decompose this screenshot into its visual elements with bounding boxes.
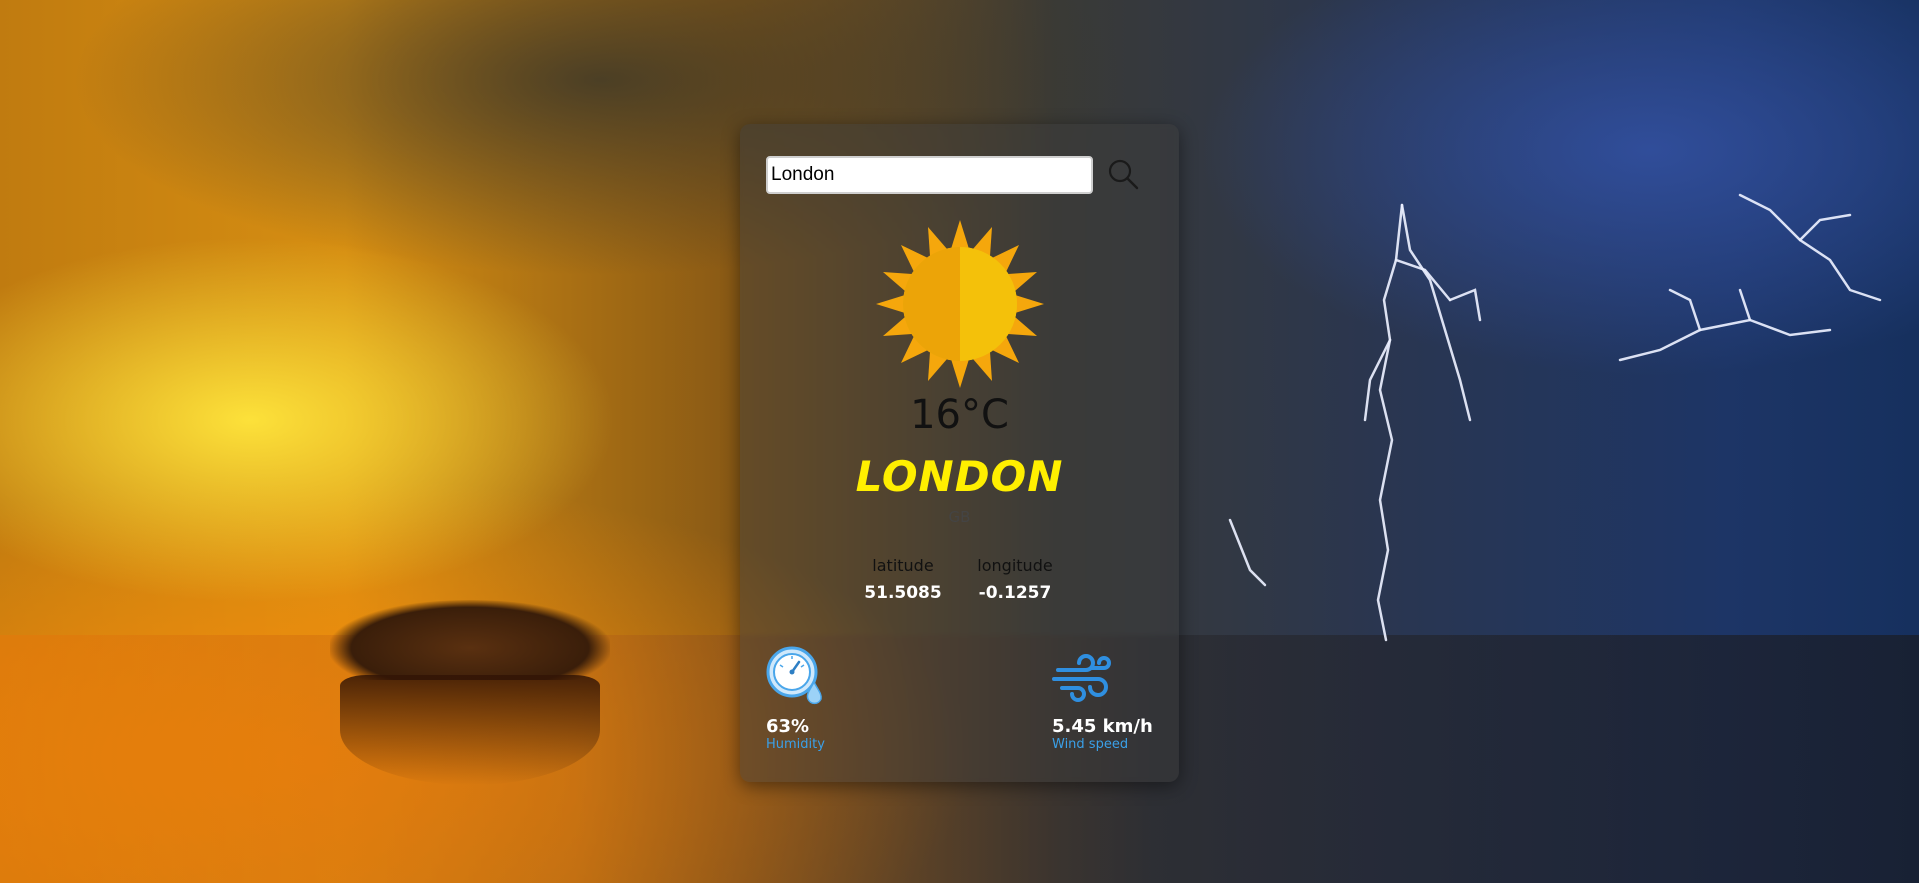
longitude-block: longitude -0.1257 [955, 556, 1075, 603]
latitude-value: 51.5085 [864, 583, 942, 603]
latitude-label: latitude [872, 556, 934, 575]
longitude-value: -0.1257 [978, 583, 1052, 603]
humidity-value: 63% [766, 716, 810, 737]
weather-card: 16°C LONDON GB latitude 51.5085 longitud… [740, 124, 1179, 782]
search-input[interactable] [766, 156, 1093, 194]
wind-value: 5.45 km/h [1052, 716, 1153, 737]
longitude-label: longitude [977, 556, 1053, 575]
wind-icon [1052, 654, 1111, 702]
city-name: LONDON [855, 452, 1064, 501]
search-icon [1108, 159, 1139, 189]
wind-label: Wind speed [1052, 737, 1129, 752]
humidity-gauge-icon [766, 646, 822, 705]
search-button[interactable] [1104, 156, 1144, 196]
country-code: GB [948, 508, 971, 526]
humidity-label: Humidity [766, 737, 825, 752]
search-bar [766, 156, 1156, 196]
sun-icon [876, 220, 1044, 388]
wind-block: 5.45 km/h Wind speed [1052, 646, 1153, 752]
latitude-block: latitude 51.5085 [843, 556, 963, 603]
humidity-block: 63% Humidity [766, 646, 828, 752]
temperature: 16°C [910, 392, 1009, 438]
